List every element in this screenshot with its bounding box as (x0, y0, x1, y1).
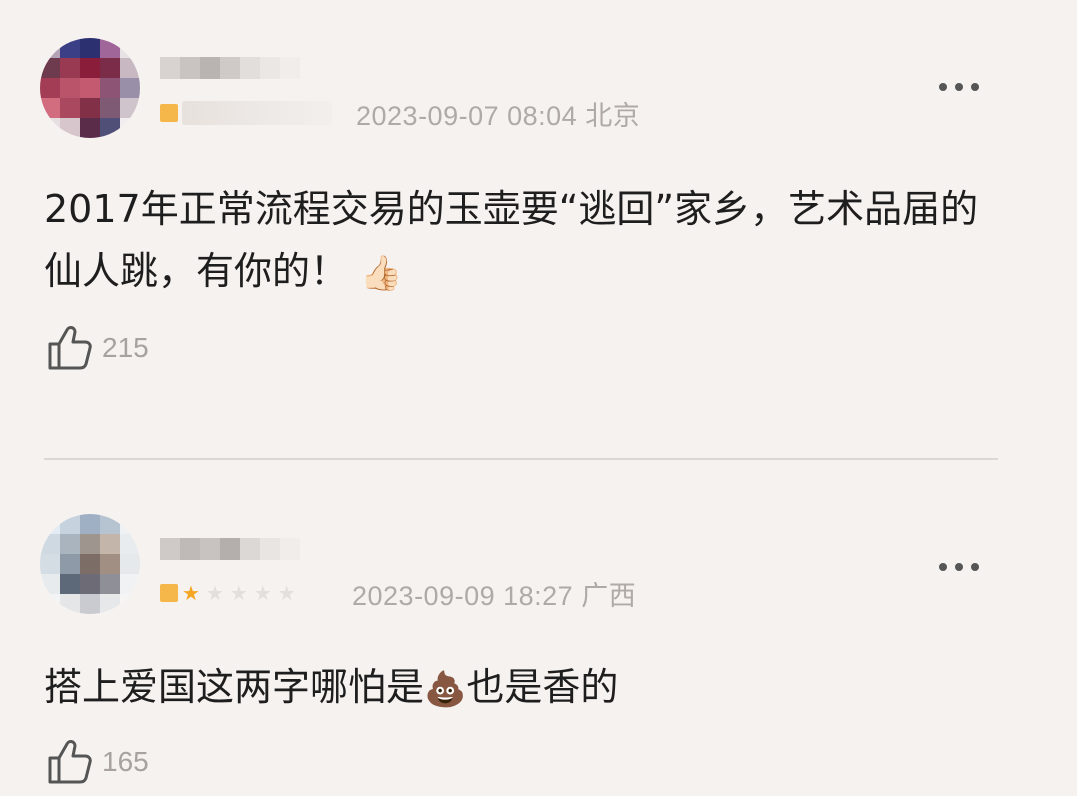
username-blurred[interactable] (160, 57, 300, 79)
comment-text: 2017年正常流程交易的玉壶要“逃回”家乡，艺术品届的仙人跳，有你的！ 👍🏻 (44, 187, 979, 294)
comment-meta: ★ ★ ★ ★ ★ 2023-09-09 18:27 广西 (160, 576, 637, 611)
more-dots-icon[interactable] (937, 560, 981, 574)
thumbs-up-icon (48, 326, 92, 370)
level-stars: ★ ★ ★ ★ ★ (182, 581, 296, 605)
like-button[interactable]: 215 (44, 322, 149, 374)
timestamp: 2023-09-09 18:27 广西 (352, 580, 637, 611)
like-count: 165 (102, 746, 149, 777)
user-level-badge (160, 98, 350, 128)
comment-item: ★ ★ ★ ★ ★ 2023-09-09 18:27 广西 搭上爱国这两字哪怕是💩也是香… (0, 490, 1077, 796)
comment-item: 2023-09-07 08:04 北京 2017年正常流程交易的玉壶要“逃回”家… (0, 0, 1077, 430)
poop-emoji: 💩 (424, 669, 467, 710)
timestamp: 2023-09-07 08:04 北京 (356, 100, 641, 131)
thumbs-up-emoji: 👍🏻 (360, 253, 403, 294)
more-dots-icon[interactable] (937, 80, 981, 94)
avatar[interactable] (40, 38, 140, 138)
avatar[interactable] (40, 514, 140, 614)
user-level-badge: ★ ★ ★ ★ ★ (160, 578, 346, 608)
thumbs-up-icon (48, 740, 92, 784)
comment-text: 搭上爱国这两字哪怕是💩也是香的 (44, 665, 619, 710)
comment-meta: 2023-09-07 08:04 北京 (160, 96, 641, 131)
like-count: 215 (102, 332, 149, 363)
comment-divider (44, 458, 998, 460)
like-button[interactable]: 165 (44, 736, 149, 788)
username-blurred[interactable] (160, 538, 300, 560)
